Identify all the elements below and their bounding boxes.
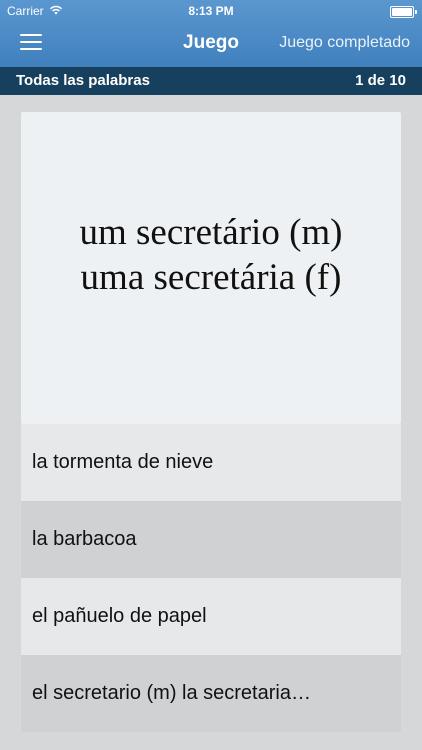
battery-icon bbox=[390, 6, 417, 18]
question-card: um secretário (m) uma secretária (f) bbox=[21, 112, 401, 424]
top-bar: Carrier 8:13 PM Juego Juego completado bbox=[0, 0, 422, 67]
status-time: 8:13 PM bbox=[188, 4, 234, 18]
answer-option[interactable]: la tormenta de nieve bbox=[21, 424, 401, 501]
answer-option[interactable]: el pañuelo de papel bbox=[21, 578, 401, 655]
navigation-bar: Juego Juego completado bbox=[0, 22, 422, 67]
question-line-1: um secretário (m) bbox=[79, 212, 343, 253]
question-line-2: uma secretária (f) bbox=[80, 257, 342, 298]
question-term: um secretário (m) uma secretária (f) bbox=[21, 210, 401, 300]
answer-option[interactable]: la barbacoa bbox=[21, 501, 401, 578]
answer-option[interactable]: el secretario (m) la secretaria… bbox=[21, 655, 401, 732]
category-bar: Todas las palabras 1 de 10 bbox=[0, 67, 422, 95]
category-label: Todas las palabras bbox=[16, 72, 150, 89]
answer-options: la tormenta de nieve la barbacoa el pañu… bbox=[21, 424, 401, 732]
progress-counter: 1 de 10 bbox=[355, 72, 406, 89]
game-completed-button[interactable]: Juego completado bbox=[279, 34, 410, 52]
status-bar: Carrier 8:13 PM bbox=[0, 0, 422, 22]
